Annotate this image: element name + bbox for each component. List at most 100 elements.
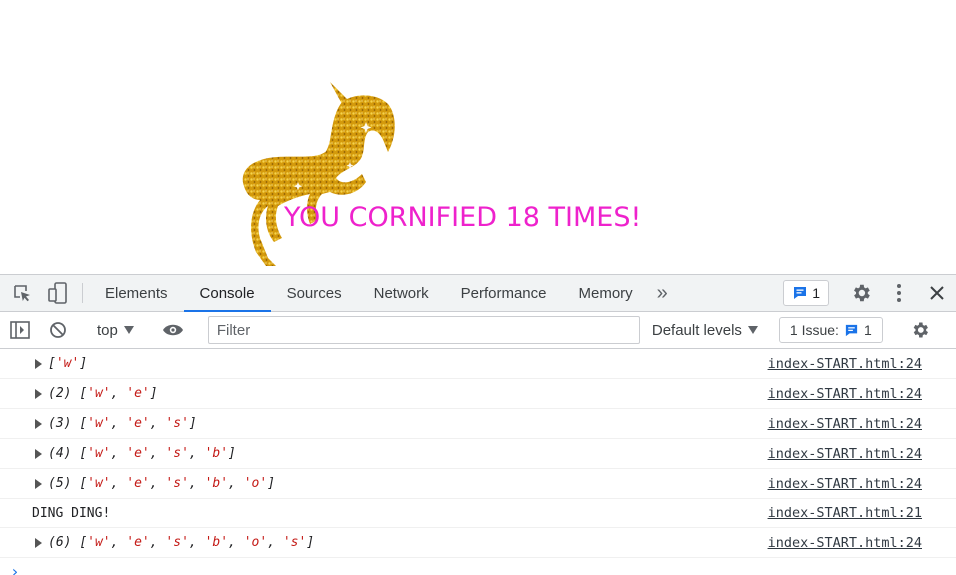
- array-item: 'w': [87, 476, 111, 491]
- context-label: top: [97, 321, 118, 339]
- array-item: 's': [165, 446, 189, 461]
- expand-arrow-icon[interactable]: [35, 418, 42, 429]
- source-link[interactable]: index-START.html:24: [768, 535, 922, 551]
- array-length: (5): [48, 476, 80, 491]
- array-item: 's': [282, 535, 307, 550]
- array-item: 'e': [126, 416, 150, 431]
- tab-label: Elements: [105, 284, 168, 302]
- array-item: 's': [165, 476, 189, 491]
- device-toggle-icon[interactable]: [40, 275, 76, 311]
- messages-badge-button[interactable]: 1: [783, 280, 829, 306]
- source-link[interactable]: index-START.html:24: [768, 446, 922, 462]
- more-tabs-icon[interactable]: »: [649, 275, 676, 311]
- console-message-row: (2) ['w', 'e'] index-START.html:24: [0, 379, 956, 409]
- tab-label: Network: [373, 284, 429, 302]
- array-item: 'b': [204, 535, 229, 550]
- source-link[interactable]: index-START.html:24: [768, 356, 922, 372]
- page-viewport: YOU CORNIFIED 18 TIMES!: [0, 0, 956, 274]
- console-log-text: DING DING!: [32, 505, 111, 521]
- gear-icon[interactable]: [842, 275, 880, 311]
- tab-label: Sources: [286, 284, 342, 302]
- tab-memory[interactable]: Memory: [563, 275, 649, 311]
- array-item: 'e': [126, 476, 150, 491]
- array-item: 'w': [87, 416, 111, 431]
- tab-label: Memory: [578, 284, 633, 302]
- array-item: 'b': [204, 446, 229, 461]
- console-prompt-icon: ›: [10, 561, 20, 575]
- cornified-counter-text: YOU CORNIFIED 18 TIMES!: [284, 202, 642, 233]
- array-item: 'w': [87, 446, 111, 461]
- expand-arrow-icon[interactable]: [35, 537, 42, 548]
- array-item: 'e': [126, 386, 150, 401]
- issues-button[interactable]: 1 Issue: 1: [778, 317, 883, 343]
- array-item: 'e': [126, 535, 150, 550]
- source-link[interactable]: index-START.html:21: [768, 505, 922, 521]
- issues-label: 1 Issue:: [789, 322, 839, 338]
- array-item: 'w': [55, 356, 80, 371]
- array-preview[interactable]: (2) ['w', 'e']: [48, 386, 158, 401]
- array-item: 'e': [126, 446, 150, 461]
- filter-input[interactable]: [207, 316, 640, 344]
- expand-arrow-icon[interactable]: [35, 358, 42, 369]
- log-levels-dropdown[interactable]: Default levels: [652, 322, 758, 339]
- tab-performance[interactable]: Performance: [445, 275, 563, 311]
- console-message-row: (6) ['w', 'e', 's', 'b', 'o', 's'] index-…: [0, 528, 956, 558]
- kebab-icon[interactable]: [880, 275, 918, 311]
- array-item: 'w': [87, 535, 111, 550]
- message-icon: [794, 287, 807, 299]
- array-item: 'o': [243, 476, 268, 491]
- source-link[interactable]: index-START.html:24: [768, 416, 922, 432]
- sidebar-icon[interactable]: [0, 321, 40, 339]
- messages-badge-count: 1: [812, 285, 820, 301]
- toolbar-divider: [82, 283, 83, 303]
- console-toolbar: top Default levels 1 Issue: 1: [0, 312, 956, 349]
- array-item: 's': [165, 416, 189, 431]
- devtools-tabbar: Elements Console Sources Network Perform…: [0, 275, 956, 312]
- array-item: 's': [165, 535, 189, 550]
- array-item: 'b': [204, 476, 229, 491]
- tab-label: Performance: [460, 284, 547, 302]
- source-link[interactable]: index-START.html:24: [768, 386, 922, 402]
- clear-icon[interactable]: [40, 321, 76, 339]
- console-message-row: ['w'] index-START.html:24: [0, 349, 956, 379]
- dropdown-icon: [123, 326, 134, 334]
- expand-arrow-icon[interactable]: [35, 388, 42, 399]
- console-message-row: (3) ['w', 'e', 's'] index-START.html:24: [0, 409, 956, 439]
- array-length: (4): [48, 446, 80, 461]
- array-item: 'o': [243, 535, 268, 550]
- array-preview[interactable]: (6) ['w', 'e', 's', 'b', 'o', 's']: [48, 535, 314, 550]
- devtools-right-tools: 1: [783, 275, 956, 311]
- array-preview[interactable]: ['w']: [48, 356, 87, 371]
- close-icon[interactable]: [918, 275, 956, 311]
- tab-network[interactable]: Network: [358, 275, 445, 311]
- console-message-row: (5) ['w', 'e', 's', 'b', 'o'] index-START…: [0, 469, 956, 499]
- array-preview[interactable]: (5) ['w', 'e', 's', 'b', 'o']: [48, 476, 275, 491]
- issues-count: 1: [863, 322, 872, 338]
- array-item: 'w': [87, 386, 111, 401]
- array-preview[interactable]: (4) ['w', 'e', 's', 'b']: [48, 446, 236, 461]
- tab-label: Console: [199, 284, 255, 302]
- console-prompt-row[interactable]: ›: [0, 558, 956, 575]
- context-selector[interactable]: top: [89, 322, 142, 339]
- dropdown-icon: [747, 326, 758, 334]
- console-message-row: (4) ['w', 'e', 's', 'b'] index-START.html…: [0, 439, 956, 469]
- unicorn-image: [242, 82, 395, 266]
- console-message-row: DING DING! index-START.html:21: [0, 499, 956, 528]
- gear-icon[interactable]: [902, 320, 938, 340]
- console-output: ['w'] index-START.html:24 (2) ['w', 'e'] in…: [0, 349, 956, 575]
- expand-arrow-icon[interactable]: [35, 448, 42, 459]
- source-link[interactable]: index-START.html:24: [768, 476, 922, 492]
- tab-sources[interactable]: Sources: [271, 275, 358, 311]
- array-length: (3): [48, 416, 80, 431]
- expand-arrow-icon[interactable]: [35, 478, 42, 489]
- eye-icon[interactable]: [155, 323, 191, 337]
- tab-console[interactable]: Console: [183, 275, 271, 312]
- inspect-icon[interactable]: [4, 275, 40, 311]
- array-length: (2): [48, 386, 80, 401]
- array-preview[interactable]: (3) ['w', 'e', 's']: [48, 416, 197, 431]
- log-levels-label: Default levels: [651, 321, 742, 339]
- array-length: (6): [48, 535, 80, 550]
- devtools-panel: Elements Console Sources Network Perform…: [0, 274, 956, 575]
- tab-elements[interactable]: Elements: [89, 275, 184, 311]
- message-icon: [845, 324, 858, 336]
